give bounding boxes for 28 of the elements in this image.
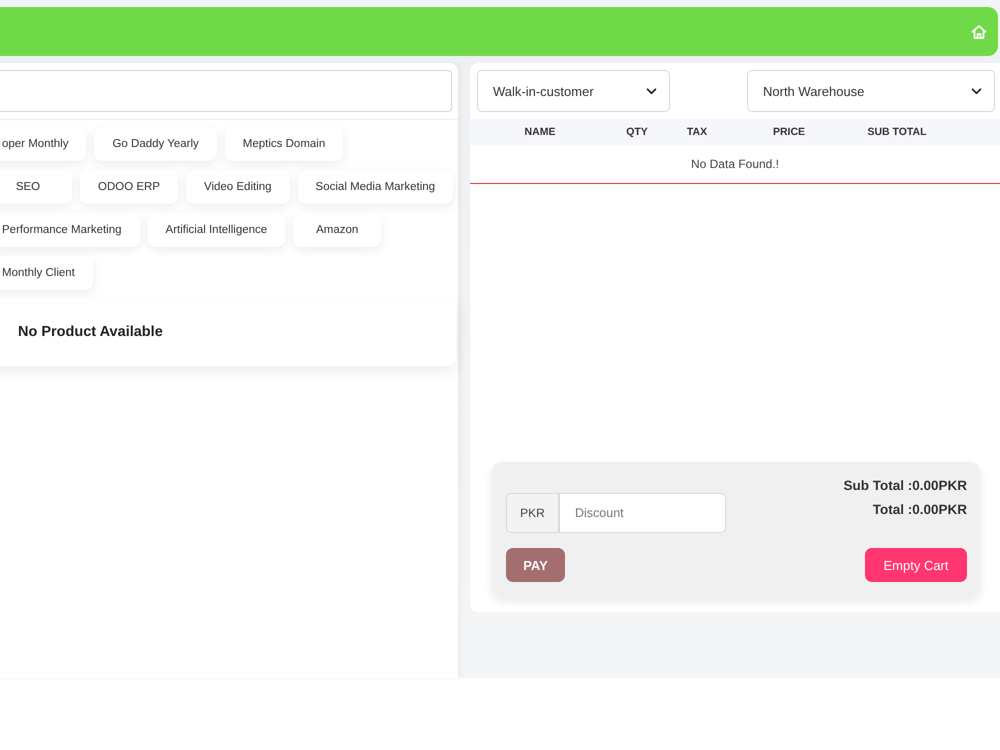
empty-message: No Product Available xyxy=(18,324,163,340)
chevron-icon xyxy=(971,88,982,94)
category-chip[interactable]: Monthly Client xyxy=(0,256,93,290)
column-header: QTY xyxy=(626,126,648,138)
home-icon[interactable] xyxy=(971,24,987,40)
customer-select[interactable]: Walk-in-customer xyxy=(477,70,670,112)
sub-total-text: Sub Total :0.00PKR xyxy=(843,477,967,495)
column-header: PRICE xyxy=(772,126,806,138)
category-chip[interactable]: SEO xyxy=(0,170,72,204)
total-text: Total :0.00PKR xyxy=(872,501,967,519)
category-chip[interactable]: Video Editing xyxy=(186,170,290,204)
category-chip[interactable]: Meptics Domain xyxy=(224,127,344,161)
category-chip[interactable]: Performance Marketing xyxy=(0,213,140,247)
category-chip[interactable]: oper Monthly xyxy=(0,127,86,161)
category-chip[interactable]: Amazon xyxy=(293,213,382,247)
discount-field[interactable]: Discount xyxy=(559,493,726,533)
category-chip[interactable]: Artificial Intelligence xyxy=(148,213,286,247)
chevron-icon xyxy=(646,88,657,94)
warehouse-select[interactable]: North Warehouse xyxy=(747,70,995,112)
empty-message: No Data Found.! xyxy=(690,157,780,171)
category-chip[interactable]: Social Media Marketing xyxy=(298,170,454,204)
category-chip[interactable]: ODOO ERP xyxy=(80,170,178,204)
column-header: SUB TOTAL xyxy=(867,126,927,138)
currency-addon: PKR xyxy=(506,493,559,533)
column-header: NAME xyxy=(524,126,556,138)
text-field[interactable] xyxy=(0,70,452,112)
category-chip[interactable]: Go Daddy Yearly xyxy=(94,127,217,161)
column-header: TAX xyxy=(686,126,708,138)
